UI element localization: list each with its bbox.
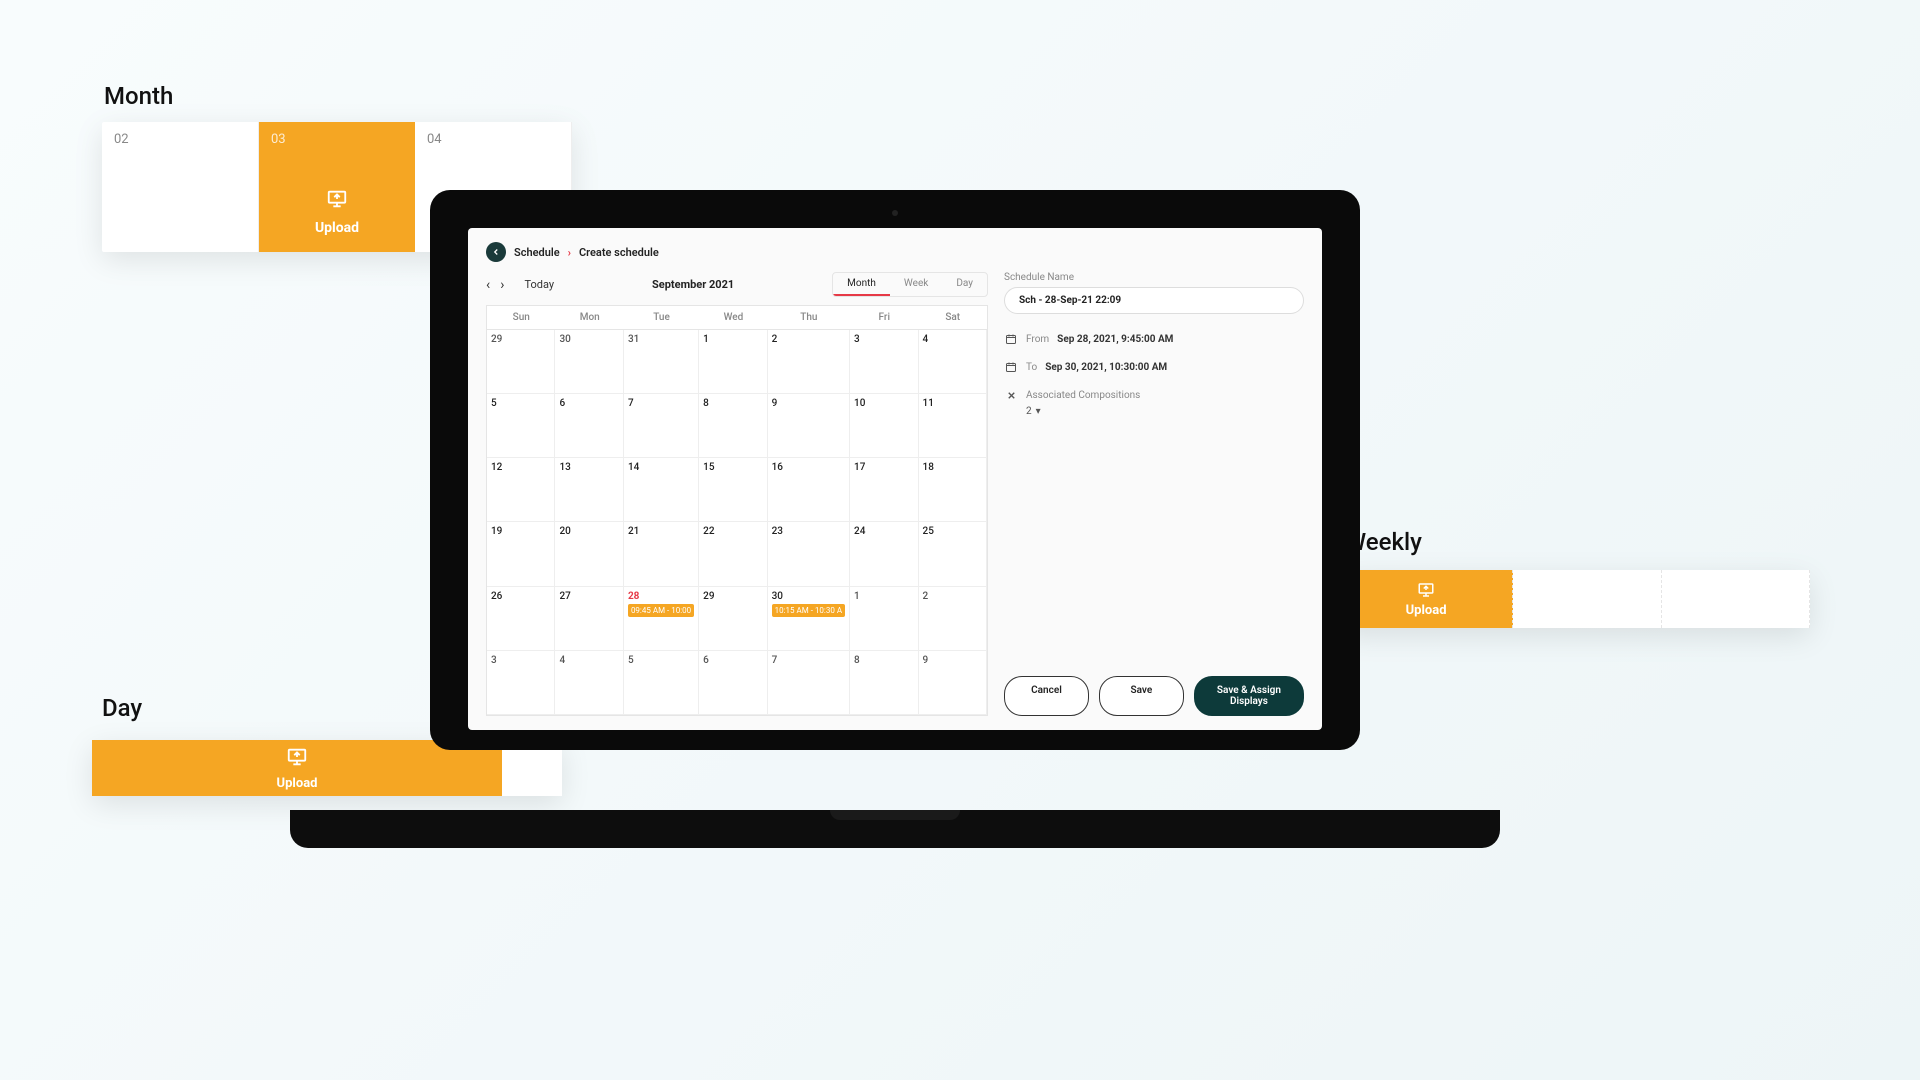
breadcrumb-create: Create schedule (579, 246, 659, 259)
to-value[interactable]: Sep 30, 2021, 10:30:00 AM (1045, 362, 1167, 373)
day-cell[interactable]: 2 (919, 587, 987, 651)
day-cell[interactable]: 2 (768, 330, 850, 394)
calendar-event[interactable]: 10:15 AM - 10:30 A (772, 604, 845, 617)
day-cell[interactable]: 12 (487, 458, 555, 522)
weekday-header: Mon (555, 306, 623, 330)
day-callout-title: Day (102, 694, 142, 722)
day-cell[interactable]: 24 (850, 522, 918, 586)
calendar-event[interactable]: 09:45 AM - 10:00 (628, 604, 694, 617)
weekday-header: Wed (699, 306, 767, 330)
day-cell[interactable]: 1 (699, 330, 767, 394)
day-cell[interactable]: 15 (699, 458, 767, 522)
weekly-upload-block[interactable]: Upload (1340, 570, 1513, 628)
day-cell[interactable]: 7 (768, 651, 850, 715)
day-cell[interactable]: 13 (555, 458, 623, 522)
schedule-name-input[interactable] (1004, 287, 1304, 314)
day-cell[interactable]: 3 (850, 330, 918, 394)
breadcrumb-schedule[interactable]: Schedule (514, 246, 560, 259)
day-cell[interactable]: 3010:15 AM - 10:30 A (768, 587, 850, 651)
next-month-button[interactable]: › (500, 277, 504, 293)
day-cell[interactable]: 6 (699, 651, 767, 715)
schedule-name-label: Schedule Name (1004, 272, 1304, 283)
day-cell[interactable]: 9 (919, 651, 987, 715)
month-cell-03-active[interactable]: 03 Upload (259, 122, 415, 252)
weekday-header: Fri (850, 306, 918, 330)
close-icon[interactable] (1004, 388, 1018, 402)
view-tabs: Month Week Day (832, 272, 988, 297)
day-cell[interactable]: 26 (487, 587, 555, 651)
prev-month-button[interactable]: ‹ (486, 277, 490, 293)
cancel-button[interactable]: Cancel (1004, 676, 1089, 716)
day-cell[interactable]: 9 (768, 394, 850, 458)
day-cell[interactable]: 16 (768, 458, 850, 522)
day-cell[interactable]: 31 (624, 330, 699, 394)
weekly-empty-1 (1513, 570, 1661, 628)
calendar-icon (1004, 360, 1018, 374)
month-cell-02[interactable]: 02 (102, 122, 259, 252)
laptop-mockup: Schedule › Create schedule ‹ › Today Sep… (430, 190, 1360, 810)
chevron-right-icon: › (568, 246, 571, 259)
weekday-header: Sun (487, 306, 555, 330)
month-callout-title: Month (104, 82, 173, 110)
day-cell[interactable]: 3 (487, 651, 555, 715)
save-button[interactable]: Save (1099, 676, 1184, 716)
day-cell[interactable]: 14 (624, 458, 699, 522)
tab-week[interactable]: Week (890, 273, 942, 296)
tab-day[interactable]: Day (942, 273, 987, 296)
chevron-down-icon: ▾ (1036, 406, 1041, 417)
day-cell[interactable]: 17 (850, 458, 918, 522)
weekly-callout: Upload (1340, 570, 1810, 628)
day-cell[interactable]: 4 (919, 330, 987, 394)
weekly-empty-2 (1662, 570, 1810, 628)
day-cell[interactable]: 11 (919, 394, 987, 458)
to-label: To (1026, 362, 1037, 373)
today-button[interactable]: Today (524, 278, 554, 291)
day-cell[interactable]: 20 (555, 522, 623, 586)
day-cell[interactable]: 5 (487, 394, 555, 458)
assoc-compositions-toggle[interactable]: 2 ▾ (1026, 406, 1304, 417)
upload-icon (326, 188, 348, 214)
calendar-icon (1004, 332, 1018, 346)
from-label: From (1026, 334, 1049, 345)
upload-icon (1417, 581, 1435, 603)
day-cell[interactable]: 4 (555, 651, 623, 715)
day-cell[interactable]: 19 (487, 522, 555, 586)
from-value[interactable]: Sep 28, 2021, 9:45:00 AM (1057, 334, 1173, 345)
day-cell[interactable]: 21 (624, 522, 699, 586)
day-cell[interactable]: 5 (624, 651, 699, 715)
day-cell[interactable]: 7 (624, 394, 699, 458)
day-cell[interactable]: 29 (487, 330, 555, 394)
weekday-header: Thu (768, 306, 850, 330)
day-cell[interactable]: 25 (919, 522, 987, 586)
upload-icon (286, 746, 308, 772)
day-cell[interactable]: 10 (850, 394, 918, 458)
day-cell[interactable]: 2809:45 AM - 10:00 (624, 587, 699, 651)
laptop-base (290, 810, 1500, 848)
tab-month[interactable]: Month (833, 273, 890, 296)
calendar-title: September 2021 (652, 278, 734, 291)
day-cell[interactable]: 30 (555, 330, 623, 394)
day-cell[interactable]: 29 (699, 587, 767, 651)
breadcrumb: Schedule › Create schedule (486, 242, 1304, 262)
day-cell[interactable]: 18 (919, 458, 987, 522)
day-cell[interactable]: 22 (699, 522, 767, 586)
app-screen: Schedule › Create schedule ‹ › Today Sep… (468, 228, 1322, 730)
weekday-header: Sat (919, 306, 987, 330)
day-cell[interactable]: 23 (768, 522, 850, 586)
day-cell[interactable]: 8 (850, 651, 918, 715)
day-cell[interactable]: 8 (699, 394, 767, 458)
save-assign-button[interactable]: Save & Assign Displays (1194, 676, 1304, 716)
assoc-compositions-label: Associated Compositions (1026, 390, 1140, 401)
camera-dot (892, 210, 898, 216)
calendar-grid: SunMonTueWedThuFriSat2930311234567891011… (486, 305, 988, 716)
day-cell[interactable]: 6 (555, 394, 623, 458)
back-button[interactable] (486, 242, 506, 262)
weekday-header: Tue (624, 306, 699, 330)
day-cell[interactable]: 1 (850, 587, 918, 651)
day-cell[interactable]: 27 (555, 587, 623, 651)
